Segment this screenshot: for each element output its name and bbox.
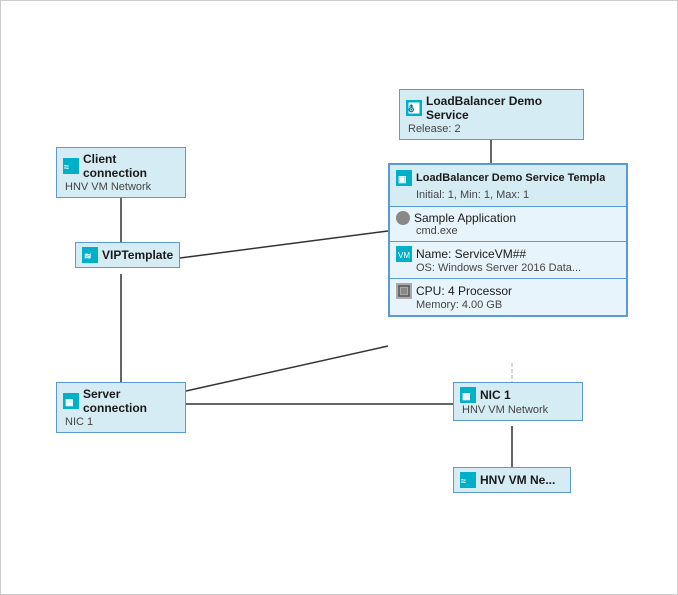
hw-label: CPU: 4 Processor: [416, 284, 512, 298]
vip-template-label: VIPTemplate: [102, 248, 173, 262]
client-connection-icon: ≈: [63, 158, 79, 174]
template-label: LoadBalancer Demo Service Templa: [416, 172, 605, 184]
svg-text:≈: ≈: [461, 476, 466, 486]
loadbalancer-service-sub: Release: 2: [406, 123, 577, 135]
loadbalancer-service-node[interactable]: ⛢ LoadBalancer Demo Service Release: 2: [399, 89, 584, 140]
vm-icon: VM: [396, 246, 412, 262]
client-connection-node[interactable]: ≈ Client connection HNV VM Network: [56, 147, 186, 198]
client-connection-sub: HNV VM Network: [63, 181, 179, 193]
loadbalancer-service-label: LoadBalancer Demo Service: [426, 94, 577, 122]
template-icon: ▣: [396, 170, 412, 186]
app-sub: cmd.exe: [396, 225, 620, 237]
server-connection-icon: ▦: [63, 393, 79, 409]
template-hw-section: CPU: 4 Processor Memory: 4.00 GB: [390, 278, 626, 315]
nic1-sub: HNV VM Network: [460, 404, 576, 416]
vip-icon: ≋: [82, 247, 98, 263]
template-node[interactable]: ▣ LoadBalancer Demo Service Templa Initi…: [388, 163, 628, 317]
svg-text:VM: VM: [398, 251, 410, 260]
hnv-network-label: HNV VM Ne...: [480, 473, 555, 487]
nic1-icon: ▦: [460, 387, 476, 403]
hnv-network-node[interactable]: ≈ HNV VM Ne...: [453, 467, 571, 493]
svg-text:⛢: ⛢: [408, 104, 415, 114]
cpu-icon: [396, 283, 412, 299]
hw-sub: Memory: 4.00 GB: [396, 299, 620, 311]
vm-sub: OS: Windows Server 2016 Data...: [396, 262, 620, 274]
app-label: Sample Application: [414, 211, 516, 225]
nic1-node[interactable]: ▦ NIC 1 HNV VM Network: [453, 382, 583, 421]
nic1-label: NIC 1: [480, 388, 511, 402]
template-sub: Initial: 1, Min: 1, Max: 1: [390, 189, 626, 206]
svg-text:≋: ≋: [84, 251, 92, 261]
vip-template-node[interactable]: ≋ VIPTemplate: [75, 242, 180, 268]
server-connection-label: Server connection: [83, 387, 179, 415]
template-app-section: Sample Application cmd.exe: [390, 206, 626, 241]
vm-label: Name: ServiceVM##: [416, 247, 526, 261]
hnv-icon: ≈: [460, 472, 476, 488]
client-connection-label: Client connection: [83, 152, 179, 180]
server-connection-node[interactable]: ▦ Server connection NIC 1: [56, 382, 186, 433]
server-connection-sub: NIC 1: [63, 416, 179, 428]
svg-text:≈: ≈: [64, 162, 69, 172]
canvas: ⛢ LoadBalancer Demo Service Release: 2 ≈…: [0, 0, 678, 595]
app-icon: [396, 211, 410, 225]
lb-icon: ⛢: [406, 100, 422, 116]
svg-text:▣: ▣: [398, 174, 407, 184]
template-vm-section: VM Name: ServiceVM## OS: Windows Server …: [390, 241, 626, 278]
svg-text:▦: ▦: [462, 391, 471, 401]
svg-text:▦: ▦: [65, 397, 74, 407]
